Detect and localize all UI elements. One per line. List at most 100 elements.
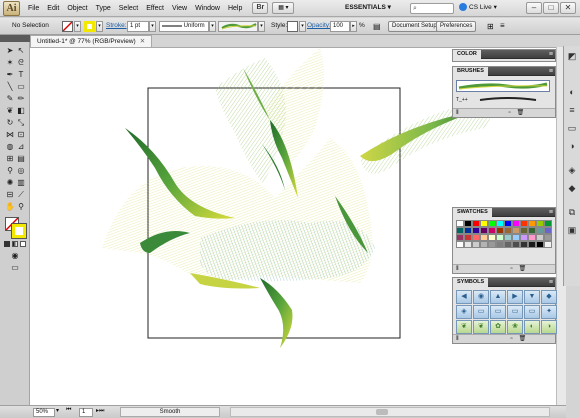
horizontal-scroll-thumb[interactable] [376, 409, 388, 415]
menu-effect[interactable]: Effect [142, 5, 168, 12]
profile-dropdown[interactable]: ▾ [209, 21, 216, 32]
swatches-panel-tab[interactable]: SWATCHES [453, 208, 492, 217]
transparency-panel-icon[interactable]: ◑ [566, 140, 578, 152]
menu-edit[interactable]: Edit [43, 5, 63, 12]
menu-select[interactable]: Select [115, 5, 142, 12]
brush-item[interactable]: T_++ [456, 95, 550, 105]
zoom-level-field[interactable]: 50% [33, 408, 55, 417]
swatch[interactable] [512, 220, 520, 227]
brush-item-selected[interactable] [456, 80, 550, 92]
swatch[interactable] [480, 220, 488, 227]
swatch[interactable] [496, 227, 504, 234]
selection-tool-icon[interactable]: ➤ [5, 46, 15, 56]
menu-window[interactable]: Window [191, 5, 224, 12]
symbol-thumbnail[interactable]: ◉ [473, 290, 489, 304]
symbol-libraries-icon[interactable]: ⫴ [456, 336, 459, 342]
swatch[interactable] [536, 227, 544, 234]
pencil-tool-icon[interactable]: ✏ [16, 94, 26, 104]
blob-brush-tool-icon[interactable]: ❦ [5, 106, 15, 116]
swatch[interactable] [536, 241, 544, 248]
swatch[interactable] [528, 234, 536, 241]
swatch[interactable] [488, 234, 496, 241]
paintbrush-tool-icon[interactable]: ✎ [5, 94, 15, 104]
opacity-label[interactable]: Opacity: [307, 22, 331, 29]
none-mode-icon[interactable] [20, 241, 26, 247]
swatch[interactable] [488, 227, 496, 234]
rectangle-tool-icon[interactable]: ▭ [16, 82, 26, 92]
swatch[interactable] [456, 234, 464, 241]
minimize-button[interactable]: – [526, 2, 542, 14]
stroke-swatch[interactable] [84, 21, 95, 32]
color-panel-menu-icon[interactable]: ≡ [549, 50, 553, 59]
symbol-thumbnail[interactable]: ▭ [490, 305, 506, 319]
screen-mode-icon[interactable]: ▭ [10, 263, 20, 273]
symbols-panel-tab[interactable]: SYMBOLS [453, 278, 489, 287]
swatch[interactable] [528, 241, 536, 248]
artboard-number-field[interactable]: 1 [79, 408, 93, 417]
zoom-dropdown-icon[interactable]: ▾ [56, 407, 59, 414]
symbol-thumbnail[interactable]: ▲ [490, 290, 506, 304]
document-setup-button[interactable]: Document Setup [388, 21, 441, 32]
graphic-style-swatch[interactable] [287, 21, 298, 32]
symbol-thumbnail[interactable]: ❦ [456, 320, 472, 334]
eyedropper-tool-icon[interactable]: ⚲ [5, 166, 15, 176]
swatch[interactable] [520, 234, 528, 241]
swatch[interactable] [544, 234, 552, 241]
symbol-thumbnail[interactable]: ✦ [541, 305, 557, 319]
symbol-thumbnail[interactable]: ◈ [456, 305, 472, 319]
color-picker-icon[interactable]: ◐ [566, 86, 578, 98]
symbol-thumbnail[interactable]: ✿ [490, 320, 506, 334]
appearance-panel-icon[interactable]: ◈ [566, 164, 578, 176]
gradient-tool-icon[interactable]: ▤ [16, 154, 26, 164]
swatch[interactable] [456, 227, 464, 234]
new-brush-icon[interactable]: ▫ [508, 110, 510, 116]
swatch[interactable] [472, 234, 480, 241]
swatch[interactable] [464, 220, 472, 227]
fill-swatch[interactable] [62, 21, 73, 32]
swatch[interactable] [488, 220, 496, 227]
pen-tool-icon[interactable]: ✒ [5, 70, 15, 80]
swatch[interactable] [520, 241, 528, 248]
swatches-panel-menu-icon[interactable]: ≡ [549, 208, 553, 217]
menu-file[interactable]: File [24, 5, 43, 12]
brushes-panel-menu-icon[interactable]: ≡ [549, 67, 553, 76]
rotate-tool-icon[interactable]: ↻ [5, 118, 15, 128]
swatch[interactable] [496, 220, 504, 227]
stroke-weight-field[interactable]: 1 pt [127, 21, 149, 32]
symbol-sprayer-tool-icon[interactable]: ✺ [5, 178, 15, 188]
swatch[interactable] [464, 234, 472, 241]
swatch[interactable] [504, 220, 512, 227]
swatch[interactable] [528, 220, 536, 227]
swatch[interactable] [456, 220, 464, 227]
maximize-button[interactable]: □ [543, 2, 559, 14]
swatch[interactable] [480, 227, 488, 234]
symbol-thumbnail[interactable]: ▶ [507, 290, 523, 304]
swatch[interactable] [536, 220, 544, 227]
gradient-mode-icon[interactable] [12, 241, 18, 247]
swatch[interactable] [472, 241, 480, 248]
eraser-tool-icon[interactable]: ◧ [16, 106, 26, 116]
preferences-button[interactable]: Preferences [436, 21, 477, 32]
scale-tool-icon[interactable]: ⤡ [16, 118, 26, 128]
symbol-thumbnail[interactable]: ▭ [507, 305, 523, 319]
swatch[interactable] [544, 241, 552, 248]
symbol-thumbnail[interactable]: ❦ [473, 320, 489, 334]
swatch[interactable] [512, 227, 520, 234]
color-guide-icon[interactable]: ◩ [566, 50, 578, 62]
width-tool-icon[interactable]: ⋈ [5, 130, 15, 140]
arrange-documents-button[interactable]: ▦ ▾ [272, 2, 295, 14]
swatch[interactable] [464, 227, 472, 234]
slice-tool-icon[interactable]: ⟋ [16, 190, 26, 200]
blend-tool-icon[interactable]: ◎ [16, 166, 26, 176]
column-graph-tool-icon[interactable]: ▥ [16, 178, 26, 188]
symbol-thumbnail[interactable]: ◆ [541, 290, 557, 304]
symbol-thumbnail[interactable]: ◀ [456, 290, 472, 304]
symbol-thumbnail[interactable]: ❀ [507, 320, 523, 334]
swatch[interactable] [480, 241, 488, 248]
cs-live-button[interactable]: CS Live ▾ [459, 2, 497, 14]
symbol-thumbnail[interactable]: ◐ [524, 320, 540, 334]
style-dropdown[interactable]: ▾ [299, 21, 306, 32]
color-mode-icon[interactable] [4, 241, 10, 247]
swatch[interactable] [536, 234, 544, 241]
stroke-label[interactable]: Stroke: [106, 22, 127, 29]
